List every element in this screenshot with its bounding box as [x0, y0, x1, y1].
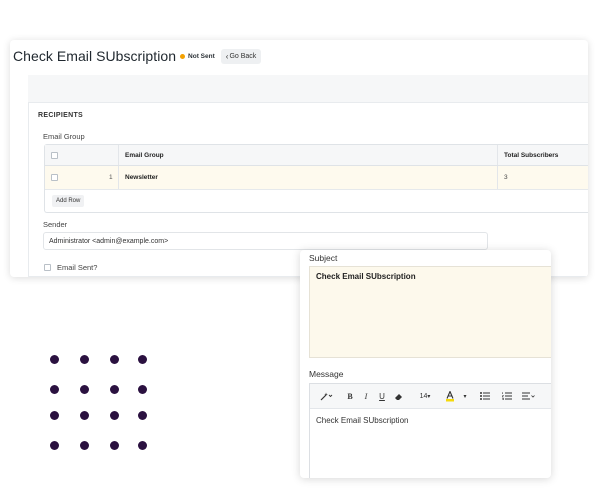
decorative-dot: [50, 385, 59, 394]
decorative-dot: [138, 411, 147, 420]
decorative-dot: [138, 385, 147, 394]
subject-message-card: Subject Check Email SUbscription Message…: [300, 250, 551, 478]
decorative-dot: [80, 385, 89, 394]
align-icon[interactable]: [518, 388, 538, 404]
numbered-list-icon[interactable]: [496, 388, 518, 404]
decorative-dot: [80, 411, 89, 420]
text-color-icon[interactable]: [440, 388, 460, 404]
status-label: Not Sent: [188, 53, 215, 60]
add-row-button[interactable]: Add Row: [52, 195, 85, 207]
decorative-dot: [50, 441, 59, 450]
bullet-list-icon[interactable]: [474, 388, 496, 404]
email-group-label: Email Group: [43, 132, 85, 141]
editor-toolbar: B I U 14 ▾ ▾: [310, 384, 551, 409]
decorative-dot: [80, 355, 89, 364]
row-index: 1: [109, 174, 113, 181]
decorative-dot: [110, 355, 119, 364]
bold-icon[interactable]: B: [342, 388, 358, 404]
email-group-table: Email Group Total Subscribers 1 Newslett…: [44, 144, 588, 213]
select-all-checkbox[interactable]: [51, 145, 58, 165]
go-back-button[interactable]: ‹ Go Back: [220, 48, 262, 64]
sender-label: Sender: [43, 220, 68, 229]
email-sent-checkbox[interactable]: [44, 264, 51, 271]
decorative-dot: [50, 355, 59, 364]
decorative-dot: [110, 411, 119, 420]
magic-wand-icon[interactable]: [316, 388, 338, 404]
chevron-down-icon: ▾: [427, 393, 431, 400]
column-header-email-group: Email Group: [125, 151, 164, 159]
subject-input[interactable]: Check Email SUbscription: [309, 266, 551, 358]
underline-icon[interactable]: U: [374, 388, 390, 404]
font-size-value: 14: [419, 392, 428, 400]
decorative-dot-grid: [50, 355, 150, 450]
form-toolbar-strip: [28, 75, 588, 102]
italic-icon[interactable]: I: [358, 388, 374, 404]
email-sent-label: Email Sent?: [57, 263, 98, 272]
page-title: Check Email SUbscription: [13, 48, 177, 64]
decorative-dot: [110, 441, 119, 450]
chevron-left-icon: ‹: [225, 51, 229, 61]
section-title: RECIPIENTS: [38, 112, 84, 119]
font-size-select[interactable]: 14 ▾: [412, 388, 438, 404]
row-checkbox[interactable]: [51, 166, 58, 189]
decorative-dot: [80, 441, 89, 450]
go-back-label: Go Back: [229, 52, 257, 60]
message-label: Message: [309, 369, 344, 379]
decorative-dot: [138, 355, 147, 364]
message-body[interactable]: Check Email SUbscription: [310, 409, 551, 432]
message-editor: B I U 14 ▾ ▾ Check Email SUbscription: [309, 383, 551, 478]
table-header: Email Group Total Subscribers: [45, 145, 588, 166]
email-sent-checkbox-row[interactable]: Email Sent?: [44, 263, 97, 272]
sender-input[interactable]: Administrator <admin@example.com>: [43, 232, 488, 250]
column-header-total-subscribers: Total Subscribers: [504, 151, 559, 159]
decorative-dot: [50, 411, 59, 420]
decorative-dot: [138, 441, 147, 450]
status-indicator: Not Sent: [180, 53, 215, 60]
document-form-card: Check Email SUbscription Not Sent ‹ Go B…: [10, 40, 588, 277]
decorative-dot: [110, 385, 119, 394]
text-color-dropdown-icon[interactable]: ▾: [460, 388, 470, 404]
total-subscribers-cell: 3: [504, 174, 508, 181]
table-footer: Add Row: [45, 190, 588, 212]
subject-label: Subject: [309, 253, 338, 263]
status-dot-icon: [180, 54, 186, 59]
email-group-cell[interactable]: Newsletter: [125, 166, 158, 189]
eraser-icon[interactable]: [390, 388, 408, 404]
table-row[interactable]: 1 Newsletter 3: [45, 166, 588, 190]
page-header: Check Email SUbscription Not Sent ‹ Go B…: [13, 47, 262, 65]
